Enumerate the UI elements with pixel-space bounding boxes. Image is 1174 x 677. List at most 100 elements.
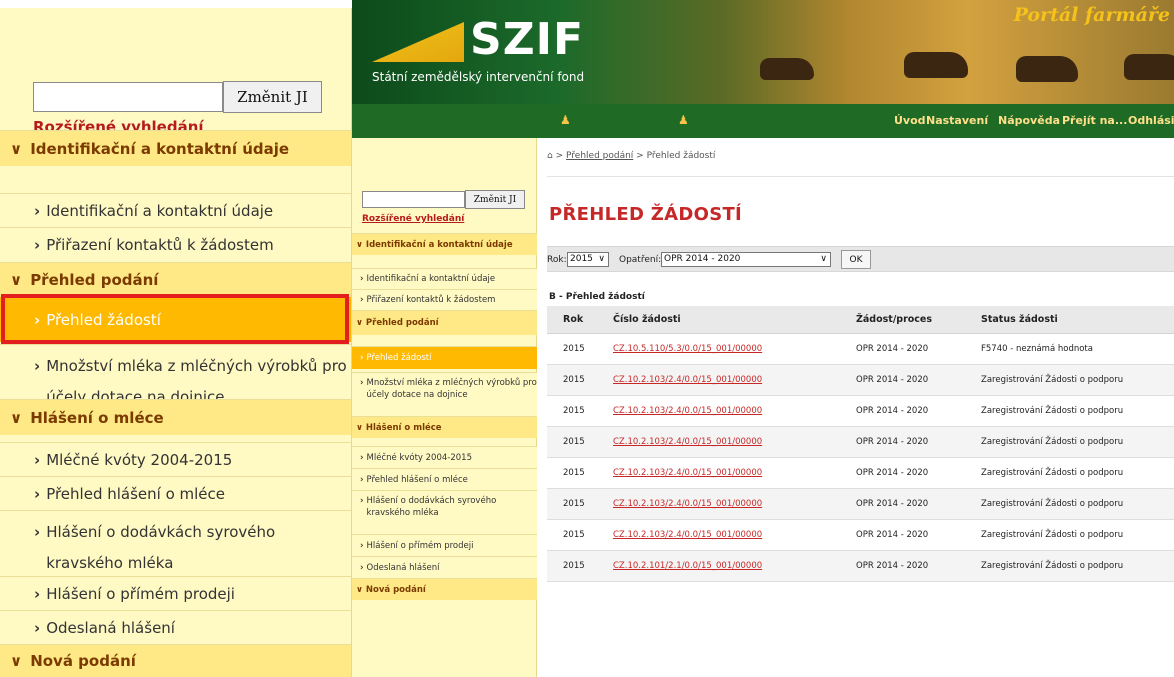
menu-label: Hlášení o přímém prodeji xyxy=(366,540,474,551)
column-header[interactable]: Číslo žádosti xyxy=(597,306,840,334)
chevron-right-icon: › xyxy=(34,236,41,254)
section-identification[interactable]: ∨ Identifikační a kontaktní údaje xyxy=(352,233,537,255)
item-sent-reports[interactable]: › Odeslaná hlášení xyxy=(352,556,537,578)
breadcrumb-link[interactable]: Přehled podání xyxy=(566,151,633,161)
search-input[interactable] xyxy=(362,191,465,208)
chevron-down-icon: ∨ xyxy=(820,254,827,264)
nav-home[interactable]: Úvod xyxy=(894,114,926,127)
zoom-item-contacts[interactable]: › Přiřazení kontaktů k žádostem xyxy=(0,227,351,262)
section-milk[interactable]: ∨ Hlášení o mléce xyxy=(352,416,537,438)
cell-process: OPR 2014 - 2020 xyxy=(840,519,965,551)
zoom-section-overview[interactable]: ∨ Přehled podání xyxy=(0,262,351,296)
menu-label: Přehled hlášení o mléce xyxy=(366,474,468,485)
zoom-section-identification[interactable]: ∨ Identifikační a kontaktní údaje xyxy=(0,130,351,166)
menu-label: Přehled podání xyxy=(30,270,159,289)
portal-title: Portál farmáře xyxy=(1013,4,1170,26)
year-select[interactable]: 2015 ∨ xyxy=(567,252,609,267)
request-number-link[interactable]: CZ.10.2.103/2.4/0.0/15_001/00000 xyxy=(597,395,840,427)
item-milk-quantity[interactable]: › Množství mléka z mléčných výrobků pro … xyxy=(352,372,537,418)
menu-label: Identifikační a kontaktní údaje xyxy=(366,274,496,284)
menu-label: Přiřazení kontaktů k žádostem xyxy=(46,236,274,254)
item-milk-quotas[interactable]: › Mléčné kvóty 2004-2015 xyxy=(352,446,537,468)
item-raw-milk[interactable]: › Hlášení o dodávkách syrového kravského… xyxy=(352,490,537,534)
cell-process: OPR 2014 - 2020 xyxy=(840,457,965,489)
cow-silhouette xyxy=(1016,56,1078,82)
cell-status: Zaregistrování Žádosti o podporu xyxy=(965,519,1174,551)
chevron-down-icon: ∨ xyxy=(356,239,363,250)
page: Změnit JI Rozšířené vyhledání ∨ Identifi… xyxy=(0,0,1174,677)
item-direct-sale[interactable]: › Hlášení o přímém prodeji xyxy=(352,534,537,556)
item-identification[interactable]: › Identifikační a kontaktní údaje xyxy=(352,268,537,289)
cell-year: 2015 xyxy=(547,550,597,582)
menu-label: Identifikační a kontaktní údaje xyxy=(365,239,513,250)
table-row: 2015 CZ.10.2.103/2.4/0.0/15_001/00000 OP… xyxy=(547,519,1174,551)
menu-label: Hlášení o dodávkách syrového kravského m… xyxy=(366,496,497,518)
chevron-right-icon: › xyxy=(34,618,41,637)
section-new[interactable]: ∨ Nová podání xyxy=(352,578,537,600)
advanced-search-link[interactable]: Rozšířené vyhledání xyxy=(362,214,464,224)
request-number-link[interactable]: CZ.10.2.103/2.4/0.0/15_001/00000 xyxy=(597,519,840,551)
item-milk-reports[interactable]: › Přehled hlášení o mléce xyxy=(352,468,537,490)
nav-settings[interactable]: Nastavení xyxy=(926,114,988,127)
measure-label: Opatření: xyxy=(619,255,662,265)
nav-goto[interactable]: Přejít na... xyxy=(1062,114,1127,127)
nav-help[interactable]: Nápověda xyxy=(998,114,1060,127)
change-ji-button[interactable]: Změnit JI xyxy=(465,190,525,209)
request-number-link[interactable]: CZ.10.5.110/5.3/0.0/15_001/00000 xyxy=(597,333,840,365)
cell-process: OPR 2014 - 2020 xyxy=(840,550,965,582)
chevron-right-icon: › xyxy=(360,452,364,463)
column-header[interactable]: Status žádosti xyxy=(965,306,1174,334)
menu-label: Množství mléka z mléčných výrobků pro úč… xyxy=(366,378,537,400)
menu-label: Mléčné kvóty 2004-2015 xyxy=(46,450,233,469)
nav-logout[interactable]: Odhlásit xyxy=(1128,114,1174,127)
logo[interactable]: SZIF xyxy=(470,14,584,65)
zoom-section-milk[interactable]: ∨ Hlášení o mléce xyxy=(0,399,351,435)
item-contacts[interactable]: › Přiřazení kontaktů k žádostem xyxy=(352,289,537,310)
cell-year: 2015 xyxy=(547,364,597,396)
request-number-link[interactable]: CZ.10.2.103/2.4/0.0/15_001/00000 xyxy=(597,426,840,458)
request-number-link[interactable]: CZ.10.2.103/2.4/0.0/15_001/00000 xyxy=(597,488,840,520)
menu-label: Hlášení o dodávkách syrového kravského m… xyxy=(46,523,276,572)
zoom-item-sent-reports[interactable]: › Odeslaná hlášení xyxy=(0,610,351,644)
request-number-link[interactable]: CZ.10.2.103/2.4/0.0/15_001/00000 xyxy=(597,457,840,489)
item-requests-active[interactable]: › Přehled žádostí xyxy=(352,346,537,369)
measure-select[interactable]: OPR 2014 - 2020 ∨ xyxy=(661,252,831,267)
zoom-section-new[interactable]: ∨ Nová podání xyxy=(0,644,351,677)
zoom-item-identification[interactable]: › Identifikační a kontaktní údaje xyxy=(0,193,351,227)
chevron-right-icon: › xyxy=(34,584,41,603)
user-icon[interactable]: ♟ xyxy=(560,113,574,127)
zoom-item-milk-reports[interactable]: › Přehled hlášení o mléce xyxy=(0,476,351,510)
zoom-item-raw-milk[interactable]: › Hlášení o dodávkách syrového kravského… xyxy=(0,510,351,576)
chevron-down-icon: ∨ xyxy=(10,652,23,670)
cow-silhouette xyxy=(760,58,814,80)
column-header[interactable]: Rok xyxy=(547,306,597,334)
table-row: 2015 CZ.10.2.103/2.4/0.0/15_001/00000 OP… xyxy=(547,395,1174,427)
request-number-link[interactable]: CZ.10.2.103/2.4/0.0/15_001/00000 xyxy=(597,364,840,396)
cell-status: F5740 - neznámá hodnota xyxy=(965,333,1174,365)
table-caption: B - Přehled žádostí xyxy=(549,292,645,302)
chevron-right-icon: › xyxy=(34,523,41,541)
chevron-right-icon: › xyxy=(360,378,364,388)
table-row: 2015 CZ.10.2.103/2.4/0.0/15_001/00000 OP… xyxy=(547,488,1174,520)
column-header[interactable]: Žádost/proces xyxy=(840,306,965,334)
site: SZIF Státní zemědělský intervenční fond … xyxy=(352,0,1174,677)
menu-label: Hlášení o mléce xyxy=(30,408,164,427)
cell-status: Zaregistrování Žádosti o podporu xyxy=(965,550,1174,582)
left-menu: Změnit JI Rozšířené vyhledání ∨ Identifi… xyxy=(352,138,537,677)
zoom-item-direct-sale[interactable]: › Hlášení o přímém prodeji xyxy=(0,576,351,610)
menu-label: Přehled podání xyxy=(365,318,439,328)
zoom-change-ji-button[interactable]: Změnit JI xyxy=(223,81,322,113)
section-overview[interactable]: ∨ Přehled podání xyxy=(352,310,537,335)
zoom-search-input[interactable] xyxy=(33,82,223,112)
cell-process: OPR 2014 - 2020 xyxy=(840,364,965,396)
chevron-right-icon: › xyxy=(34,357,41,375)
user-icon[interactable]: ♟ xyxy=(678,113,692,127)
request-number-link[interactable]: CZ.10.2.101/2.1/0.0/15_001/00000 xyxy=(597,550,840,582)
home-icon[interactable]: ⌂ xyxy=(547,151,553,161)
ok-button[interactable]: OK xyxy=(841,250,871,269)
zoom-item-milk-quotas[interactable]: › Mléčné kvóty 2004-2015 xyxy=(0,442,351,476)
filter-bar: Rok: 2015 ∨ Opatření: OPR 2014 - 2020 ∨ … xyxy=(547,246,1174,272)
chevron-right-icon: › xyxy=(34,450,41,469)
logo-shape xyxy=(372,22,464,62)
menu-label: Přehled žádostí xyxy=(366,353,432,363)
